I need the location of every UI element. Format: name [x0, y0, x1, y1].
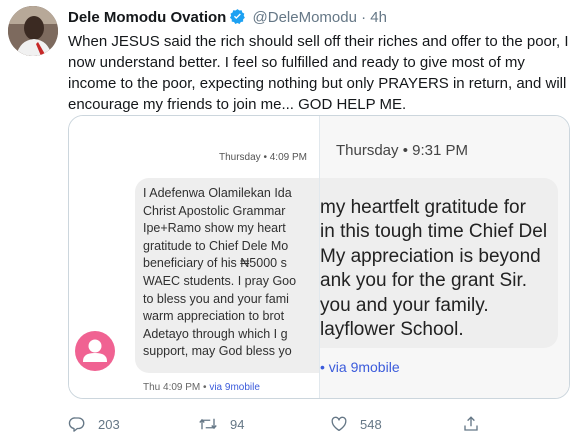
sms-footer-sep: • [200, 382, 210, 393]
retweet-button[interactable]: 94 [198, 414, 244, 434]
display-name[interactable]: Dele Momodu Ovation [68, 9, 226, 26]
sms-line: Christ Apostolic Grammar [143, 203, 286, 218]
tweet-time[interactable]: 4h [370, 9, 387, 26]
media-image-right[interactable]: Thursday • 9:31 PM my heartfelt gratitud… [320, 116, 569, 398]
user-handle[interactable]: @DeleMomodu [253, 9, 357, 26]
verified-badge-icon [229, 8, 246, 29]
like-button[interactable]: 548 [330, 414, 382, 434]
retweet-count: 94 [230, 416, 245, 432]
reply-icon [68, 417, 85, 432]
reply-count: 203 [98, 416, 120, 432]
sms-footer-time: Thu 4:09 PM [143, 382, 201, 393]
sms-line: my heartfelt gratitude for [320, 197, 526, 218]
sms-timestamp: Thursday • 4:09 PM [219, 152, 307, 163]
sms-line: beneficiary of his ₦5000 s [143, 256, 287, 271]
sms-line: I Adefenwa Olamilekan Ida [143, 186, 292, 200]
sms-line: My appreciation is beyond [320, 245, 541, 267]
tweet-actions: 203 94 548 [68, 414, 573, 434]
sms-line: support, may God bless yo [143, 344, 292, 359]
share-button[interactable] [462, 414, 492, 434]
sms-line: in this tough time Chief Del [320, 221, 548, 243]
sms-line: warm appreciation to brot [143, 309, 285, 324]
sms-line: gratitude to Chief Dele Mo [143, 238, 289, 253]
sms-footer: Thu 4:09 PM • via 9mobile [143, 382, 260, 393]
sms-message: I Adefenwa Olamilekan Ida Christ Apostol… [143, 185, 319, 370]
sms-line: ank you for the grant Sir. [320, 270, 528, 292]
media-image-left[interactable]: Thursday • 4:09 PM I Adefenwa Olamilekan… [69, 116, 319, 398]
sms-line: layflower School. [320, 319, 464, 341]
avatar[interactable] [8, 6, 58, 56]
sms-footer-network: • via 9mobile [320, 359, 400, 375]
separator: · [361, 9, 367, 26]
retweet-icon [199, 418, 217, 430]
tweet-header: Dele Momodu Ovation @DeleMomodu · 4h [68, 8, 387, 29]
sms-timestamp: Thursday • 9:31 PM [336, 142, 468, 159]
profile-photo [8, 6, 58, 56]
sms-message: my heartfelt gratitude for in this tough… [320, 196, 569, 342]
tweet-text: When JESUS said the rich should sell off… [68, 33, 569, 113]
media-container[interactable]: Thursday • 4:09 PM I Adefenwa Olamilekan… [68, 115, 570, 399]
reply-button[interactable]: 203 [68, 414, 120, 434]
contact-avatar-icon [75, 331, 115, 371]
like-count: 548 [360, 416, 382, 432]
sms-line: Ipe+Ramo show my heart [143, 221, 286, 236]
sms-footer-network: via 9mobile [209, 382, 260, 393]
heart-icon [331, 416, 347, 432]
sms-line: Adetayo through which I g [143, 326, 288, 341]
sms-line: you and your family. [320, 294, 489, 316]
sms-line: to bless you and your fami [143, 291, 289, 306]
sms-line: WAEC students. I pray Goo [143, 273, 297, 288]
share-icon [464, 416, 478, 431]
